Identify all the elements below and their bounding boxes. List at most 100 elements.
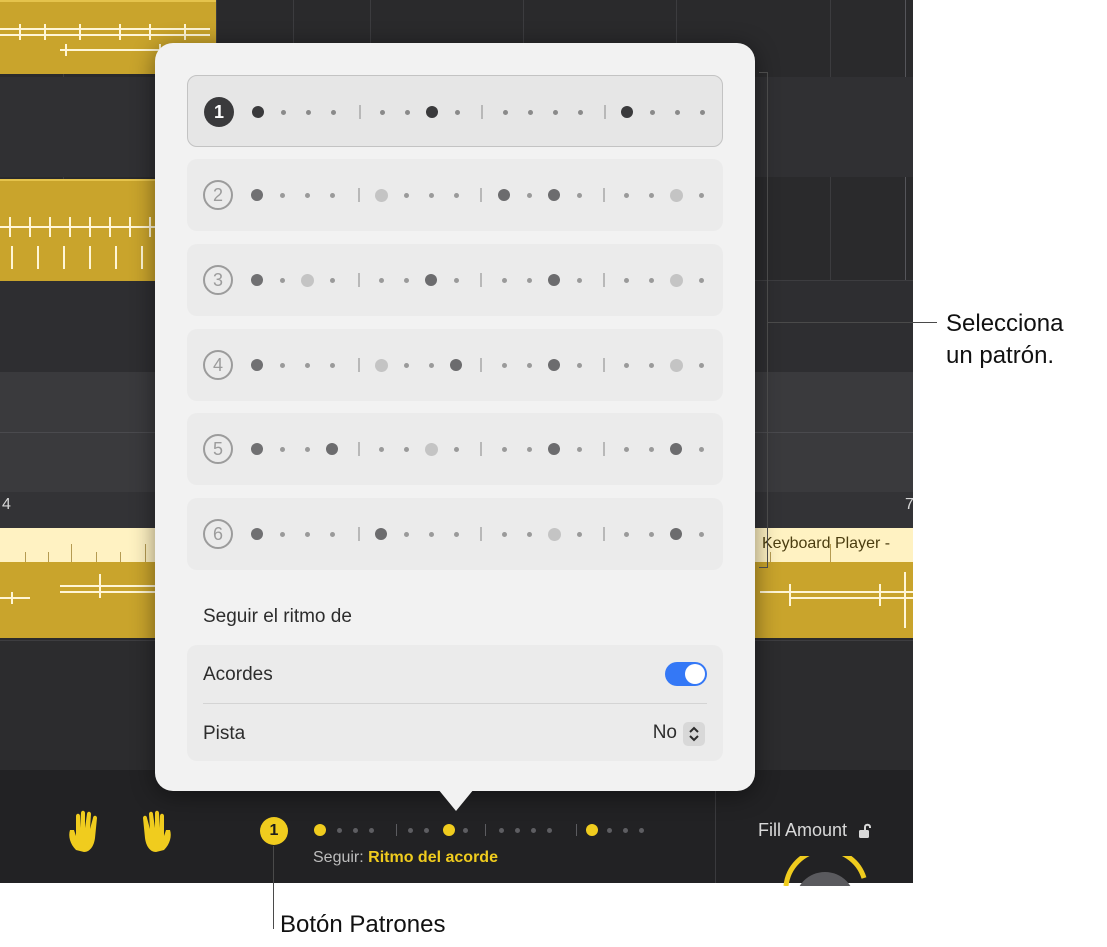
region-title: Keyboard Player -	[762, 535, 891, 552]
beat-dot	[304, 362, 310, 368]
beat-dot	[300, 273, 314, 287]
ruler-tick	[120, 552, 121, 562]
beat-dot	[428, 362, 434, 368]
beat-dot	[450, 359, 462, 371]
fill-amount-control: Fill Amount	[758, 820, 872, 841]
track-select-value[interactable]: No	[653, 722, 677, 744]
beat-dot	[403, 446, 409, 452]
track-label: Pista	[203, 723, 246, 744]
beat-separator	[359, 105, 361, 119]
beat-dot	[674, 109, 680, 115]
callout-bracket	[759, 72, 768, 73]
fill-amount-knob[interactable]	[780, 856, 870, 886]
settings-divider	[203, 703, 707, 704]
beat-separator	[396, 824, 397, 836]
toggle-knob	[685, 664, 705, 684]
beat-dot	[498, 189, 510, 201]
beat-dot	[698, 277, 704, 283]
beat-separator	[604, 105, 606, 119]
beat-dot	[623, 362, 629, 368]
beat-dot	[501, 531, 507, 537]
beat-dot	[623, 446, 629, 452]
beat-dot	[576, 362, 582, 368]
beat-dot	[403, 192, 409, 198]
track-select-stepper[interactable]	[683, 722, 705, 746]
pattern-option-2[interactable]: 2	[187, 159, 723, 231]
midi-region[interactable]	[0, 179, 155, 281]
beat-dot	[462, 827, 468, 833]
pattern-dots	[187, 413, 723, 485]
hand-icon[interactable]	[134, 810, 174, 854]
beat-dot	[314, 824, 326, 836]
ruler-bar-number: 7	[905, 496, 913, 513]
beat-dot	[649, 109, 655, 115]
beat-dot	[527, 109, 533, 115]
beat-dot	[426, 106, 438, 118]
pattern-option-1[interactable]: 1	[187, 75, 723, 147]
beat-dot	[329, 531, 335, 537]
popover-arrow	[438, 789, 474, 811]
beat-dot	[670, 528, 682, 540]
pattern-option-5[interactable]: 5	[187, 413, 723, 485]
beat-dot	[378, 277, 384, 283]
pattern-dots	[187, 159, 723, 231]
patterns-button[interactable]: 1	[260, 817, 288, 845]
beat-dot	[423, 827, 429, 833]
beat-dot	[453, 446, 459, 452]
beat-dot	[669, 273, 683, 287]
beat-dot	[547, 527, 561, 541]
beat-dot	[623, 192, 629, 198]
beat-dot	[698, 446, 704, 452]
beat-separator	[358, 527, 360, 541]
beat-dot	[552, 109, 558, 115]
beat-dot	[530, 827, 536, 833]
beat-separator	[480, 188, 482, 202]
beat-dot	[586, 824, 598, 836]
beat-separator	[481, 105, 483, 119]
beat-separator	[603, 273, 605, 287]
follow-value[interactable]: Ritmo del acorde	[368, 849, 498, 866]
callout-bracket	[767, 72, 768, 568]
beat-dot	[526, 362, 532, 368]
callout-patterns-button: Botón Patrones	[280, 911, 446, 938]
hand-icon[interactable]	[66, 810, 106, 854]
beat-dot	[577, 109, 583, 115]
beat-dot	[648, 277, 654, 283]
beat-dot	[330, 109, 336, 115]
beat-dot	[698, 531, 704, 537]
beat-dot	[576, 446, 582, 452]
beat-dot	[368, 827, 374, 833]
beat-separator	[480, 358, 482, 372]
beat-dot	[669, 358, 683, 372]
beat-separator	[485, 824, 486, 836]
beat-dot	[576, 192, 582, 198]
beat-dot	[251, 359, 263, 371]
beat-dot	[378, 446, 384, 452]
beat-dot	[279, 531, 285, 537]
beat-dot	[501, 446, 507, 452]
beat-dot	[428, 192, 434, 198]
chords-label: Acordes	[203, 664, 273, 685]
beat-dot	[304, 531, 310, 537]
pattern-option-6[interactable]: 6	[187, 498, 723, 570]
beat-dot	[526, 531, 532, 537]
chords-toggle[interactable]	[665, 662, 707, 686]
pattern-option-3[interactable]: 3	[187, 244, 723, 316]
beat-dot	[428, 531, 434, 537]
callout-select-pattern-line1: Selecciona	[946, 310, 1064, 337]
beat-dot	[526, 277, 532, 283]
beat-dot	[638, 827, 644, 833]
fill-amount-label: Fill Amount	[758, 820, 848, 840]
follow-settings-group: Acordes Pista No	[187, 645, 723, 761]
pattern-option-4[interactable]: 4	[187, 329, 723, 401]
beat-dot	[453, 192, 459, 198]
pattern-popover: 1 2 3 4 5 6 Seguir el ritmo de Acordes Pista …	[155, 43, 755, 791]
beat-dot	[526, 446, 532, 452]
beat-dot	[424, 442, 438, 456]
follow-label: Seguir:	[313, 849, 364, 866]
ruler-tick	[96, 552, 97, 562]
beat-dot	[514, 827, 520, 833]
beat-separator	[358, 273, 360, 287]
callout-select-pattern-line2: un patrón.	[946, 342, 1055, 369]
unlock-icon[interactable]	[858, 823, 872, 839]
